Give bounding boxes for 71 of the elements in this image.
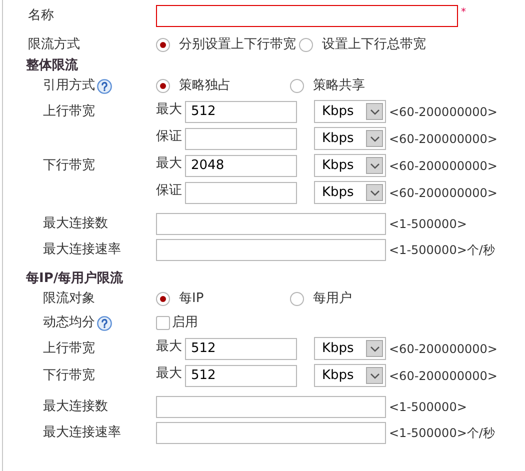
field-sublabel: 最大 <box>156 155 183 173</box>
field-label: 上行带宽 <box>43 340 95 358</box>
field-label: 动态均分 <box>43 314 95 332</box>
range-hint: <60-200000000> <box>389 184 498 202</box>
required-mark: * <box>461 6 466 20</box>
radio-label: 策略独占 <box>179 77 231 96</box>
radio-label: 设置上下行总带宽 <box>322 36 426 54</box>
field-label: 上行带宽 <box>43 103 95 121</box>
radio-label: 每用户 <box>313 290 352 308</box>
field-label: 最大连接数 <box>43 398 108 416</box>
unit-select[interactable]: Kbps <box>314 100 386 123</box>
checkbox[interactable] <box>156 316 170 330</box>
field-label: 引用方式 <box>43 77 95 96</box>
field-sublabel: 保证 <box>156 182 183 200</box>
chevron-down-icon <box>366 103 383 120</box>
field-label: 最大连接数 <box>43 215 108 234</box>
radio-label: 每IP <box>179 290 204 308</box>
unit-select[interactable]: Kbps <box>314 337 386 360</box>
radio-button[interactable] <box>156 292 170 306</box>
field-label: 名称 <box>28 7 54 26</box>
field-label: 下行带宽 <box>43 157 95 175</box>
field-label: 最大连接速率 <box>43 424 121 442</box>
range-hint: <60-200000000> <box>389 368 498 384</box>
range-hint: <60-200000000> <box>389 130 498 148</box>
range-hint: <60-200000000> <box>389 158 498 174</box>
input-field[interactable] <box>185 128 297 150</box>
field-sublabel: 最大 <box>156 101 183 119</box>
help-icon[interactable] <box>97 316 112 330</box>
field-label: 下行带宽 <box>43 367 95 385</box>
radio-button[interactable] <box>290 292 304 306</box>
radio-button[interactable] <box>290 79 304 93</box>
chevron-down-icon <box>366 184 383 201</box>
range-hint: <1-500000>个/秒 <box>389 242 495 259</box>
radio-label: 分别设置上下行带宽 <box>179 36 296 54</box>
radio-button[interactable] <box>156 38 170 52</box>
unit-select[interactable]: Kbps <box>314 364 386 387</box>
radio-button[interactable] <box>156 79 170 93</box>
chevron-down-icon <box>366 340 383 357</box>
range-hint: <1-500000>个/秒 <box>389 425 495 442</box>
help-icon[interactable] <box>97 78 112 94</box>
chevron-down-icon <box>366 130 383 147</box>
input-field[interactable] <box>185 182 297 204</box>
field-label: 限流对象 <box>43 290 95 308</box>
chevron-down-icon <box>366 367 383 384</box>
field-sublabel: 保证 <box>156 128 183 146</box>
field-label: 最大连接速率 <box>43 241 121 260</box>
input-field[interactable]: 2048 <box>185 154 297 176</box>
input-field[interactable]: 512 <box>185 100 297 122</box>
field-sublabel: 最大 <box>156 365 183 383</box>
unit-select[interactable]: Kbps <box>314 181 386 204</box>
range-hint: <60-200000000> <box>389 104 498 120</box>
section-heading: 整体限流 <box>26 56 78 76</box>
chevron-down-icon <box>366 157 383 174</box>
range-hint: <60-200000000> <box>389 340 498 358</box>
input-field[interactable] <box>156 422 386 444</box>
radio-button[interactable] <box>299 38 313 52</box>
field-sublabel: 最大 <box>156 338 183 356</box>
range-hint: <1-500000> <box>389 216 467 233</box>
radio-label: 策略共享 <box>313 77 365 96</box>
input-field[interactable] <box>156 213 386 235</box>
section-heading: 每IP/每用户限流 <box>26 270 124 288</box>
unit-select[interactable]: Kbps <box>314 154 386 177</box>
input-field[interactable] <box>156 239 386 261</box>
range-hint: <1-500000> <box>389 399 467 416</box>
input-field[interactable] <box>156 396 386 418</box>
checkbox-label: 启用 <box>172 314 198 332</box>
field-label: 限流方式 <box>28 36 80 54</box>
unit-select[interactable]: Kbps <box>314 127 386 150</box>
input-field[interactable]: 512 <box>185 364 297 386</box>
input-field[interactable]: 512 <box>185 338 297 360</box>
name-field[interactable] <box>156 5 458 27</box>
